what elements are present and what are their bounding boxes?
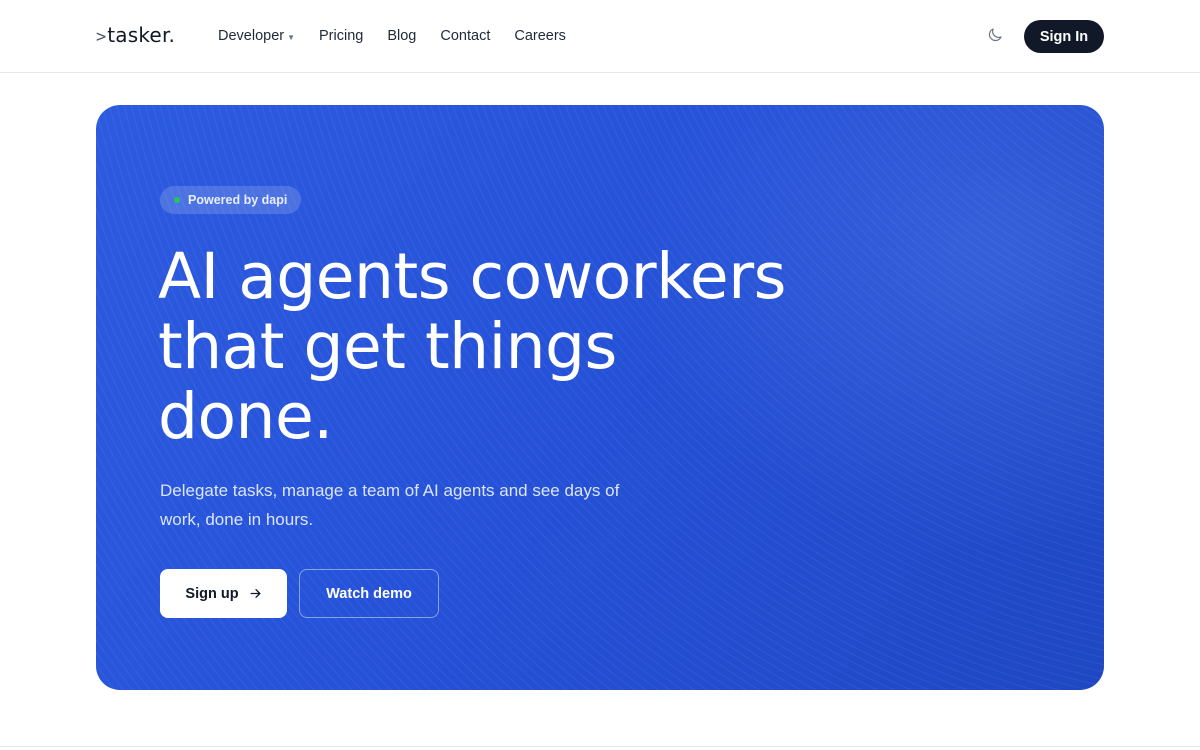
- sign-in-button[interactable]: Sign In: [1024, 20, 1104, 53]
- logo-prompt: >: [96, 27, 107, 47]
- powered-by-badge: Powered by dapi: [160, 186, 302, 214]
- main-nav: Developer ▼ Pricing Blog Contact Careers: [218, 28, 566, 44]
- nav-item-label: Contact: [440, 28, 491, 44]
- sign-up-label: Sign up: [185, 585, 239, 602]
- nav-item-careers[interactable]: Careers: [514, 28, 566, 44]
- logo-text: tasker.: [107, 23, 176, 47]
- hero-banner: Powered by dapi AI agents coworkers that…: [96, 105, 1104, 690]
- section-divider: [0, 746, 1200, 747]
- moon-icon: [988, 28, 1002, 42]
- subtitle-line: work, done in hours.: [160, 510, 314, 529]
- nav-item-label: Pricing: [319, 28, 364, 44]
- hero-headline: AI agents coworkers that get things done…: [158, 242, 858, 452]
- nav-item-label: Developer: [218, 28, 285, 44]
- nav-item-pricing[interactable]: Pricing: [319, 28, 363, 44]
- nav-item-label: Blog: [387, 28, 417, 44]
- nav-item-label: Careers: [514, 28, 566, 44]
- site-header: > tasker. Developer ▼ Pricing Blog Conta…: [0, 0, 1200, 73]
- subtitle-line: Delegate tasks, manage a team of AI agen…: [160, 481, 620, 500]
- nav-item-developer[interactable]: Developer ▼: [218, 28, 295, 44]
- status-dot: [174, 197, 180, 203]
- hero-subtitle: Delegate tasks, manage a team of AI agen…: [160, 476, 680, 534]
- headline-line: done.: [158, 380, 333, 453]
- logo[interactable]: > tasker.: [96, 23, 175, 47]
- watch-demo-button[interactable]: Watch demo: [299, 569, 439, 618]
- headline-line: AI agents coworkers: [158, 240, 786, 313]
- nav-item-blog[interactable]: Blog: [387, 28, 416, 44]
- headline-line: that get things: [158, 310, 617, 383]
- sign-up-button[interactable]: Sign up: [160, 569, 287, 618]
- arrow-right-icon: [250, 589, 261, 598]
- badge-label: Powered by dapi: [188, 193, 288, 207]
- nav-item-contact[interactable]: Contact: [440, 28, 490, 44]
- theme-toggle-button[interactable]: [984, 24, 1006, 46]
- chevron-down-icon: ▼: [287, 33, 296, 42]
